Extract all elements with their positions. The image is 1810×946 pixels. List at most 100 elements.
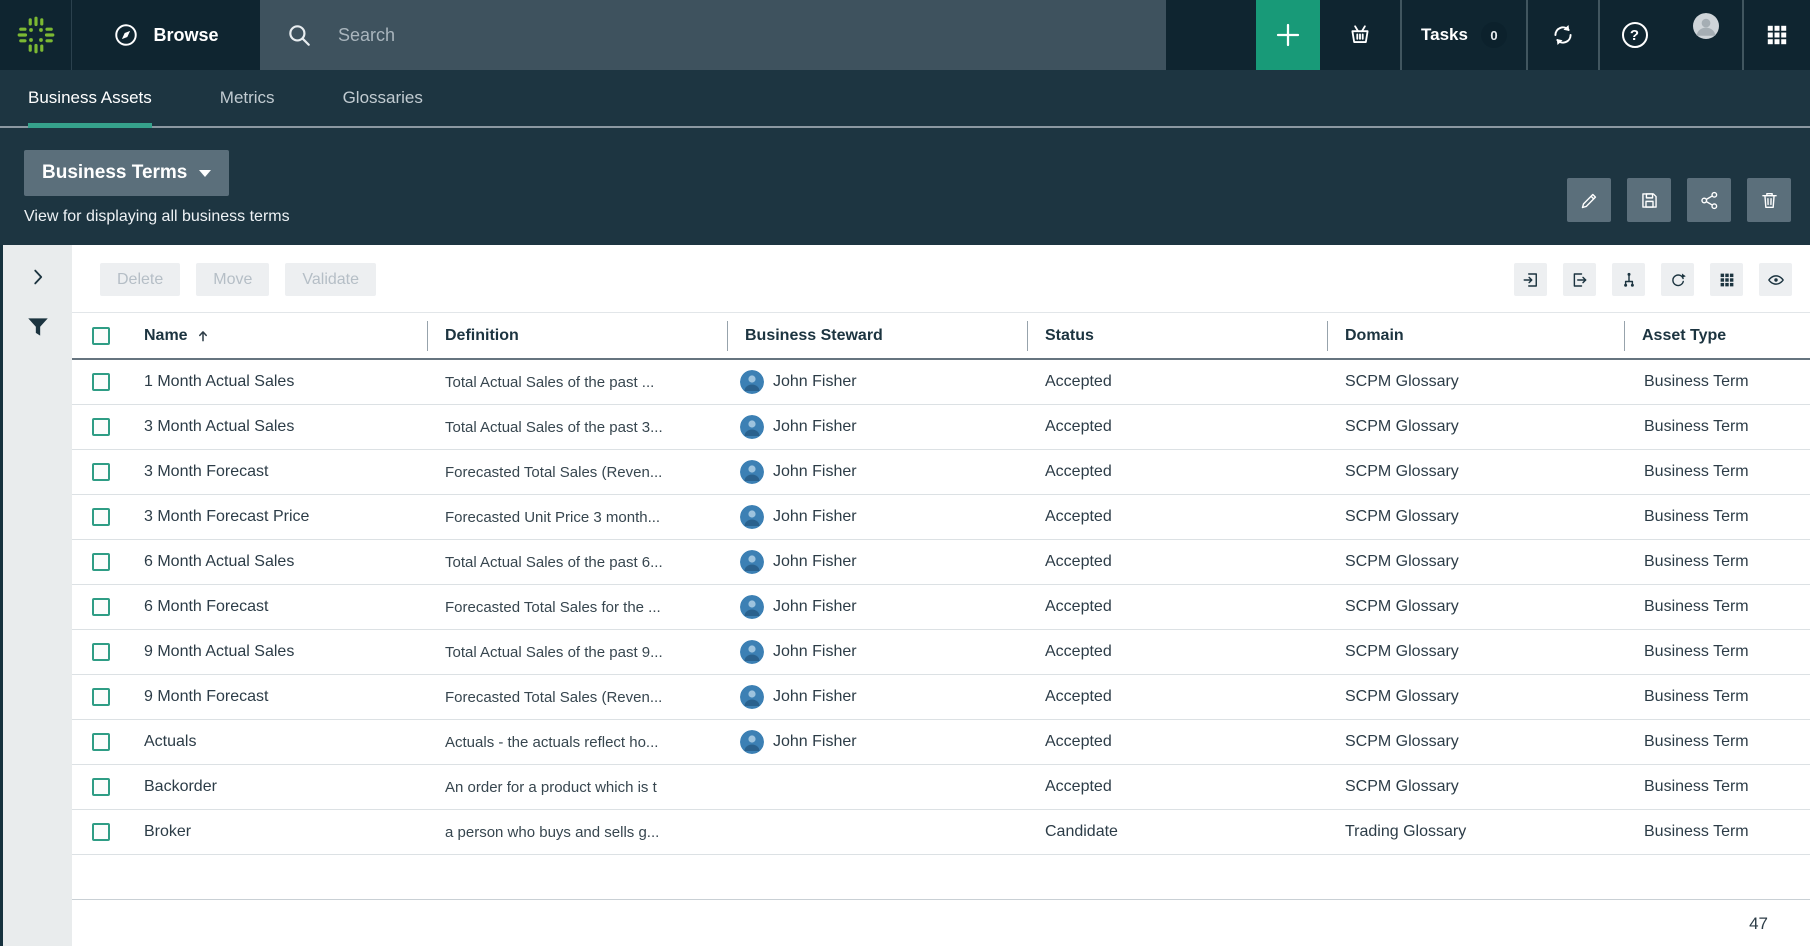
application-window: Browse Tasks: [0, 0, 1810, 946]
apps-grid-button[interactable]: [1744, 0, 1810, 70]
cell-domain: SCPM Glossary: [1327, 463, 1624, 481]
table-row[interactable]: Backorder An order for a product which i…: [72, 765, 1810, 810]
import-icon: [1522, 271, 1540, 289]
row-checkbox[interactable]: [92, 688, 110, 706]
cell-domain: SCPM Glossary: [1327, 778, 1624, 796]
cell-asset-type: Business Term: [1624, 643, 1810, 661]
cell-asset-type: Business Term: [1624, 373, 1810, 391]
app-logo[interactable]: [0, 0, 72, 70]
create-asset-button[interactable]: [1256, 0, 1320, 70]
row-checkbox[interactable]: [92, 643, 110, 661]
tab-business-assets[interactable]: Business Assets: [28, 70, 152, 126]
steward-avatar: [740, 460, 764, 484]
search-bar[interactable]: [260, 0, 1166, 70]
cell-domain: SCPM Glossary: [1327, 553, 1624, 571]
column-header-status[interactable]: Status: [1027, 313, 1327, 358]
filter-icon: [25, 314, 51, 340]
column-header-business-steward[interactable]: Business Steward: [727, 313, 1027, 358]
cell-business-steward: John Fisher: [727, 370, 1027, 394]
table-row[interactable]: 9 Month Forecast Forecasted Total Sales …: [72, 675, 1810, 720]
eye-icon: [1767, 271, 1785, 289]
tasks-button[interactable]: Tasks 0: [1402, 0, 1526, 70]
browse-button[interactable]: Browse: [72, 0, 260, 70]
select-all-checkbox[interactable]: [92, 327, 110, 345]
save-view-button[interactable]: [1627, 178, 1671, 222]
table-row[interactable]: 6 Month Forecast Forecasted Total Sales …: [72, 585, 1810, 630]
cell-domain: Trading Glossary: [1327, 823, 1624, 841]
help-icon: [1622, 22, 1648, 48]
edit-view-button[interactable]: [1567, 178, 1611, 222]
cell-name: 3 Month Forecast Price: [130, 508, 427, 526]
cell-status: Accepted: [1027, 598, 1327, 616]
row-checkbox[interactable]: [92, 598, 110, 616]
tab-metrics[interactable]: Metrics: [220, 70, 275, 126]
basket-button[interactable]: [1320, 0, 1400, 70]
cell-asset-type: Business Term: [1624, 508, 1810, 526]
cell-domain: SCPM Glossary: [1327, 733, 1624, 751]
user-avatar[interactable]: [1669, 0, 1742, 70]
column-header-definition[interactable]: Definition: [427, 313, 727, 358]
row-checkbox[interactable]: [92, 553, 110, 571]
cell-status: Accepted: [1027, 643, 1327, 661]
row-checkbox[interactable]: [92, 823, 110, 841]
table-row[interactable]: 3 Month Forecast Price Forecasted Unit P…: [72, 495, 1810, 540]
view-title-dropdown[interactable]: Business Terms: [24, 150, 229, 196]
tab-glossaries[interactable]: Glossaries: [343, 70, 423, 126]
table-row[interactable]: 9 Month Actual Sales Total Actual Sales …: [72, 630, 1810, 675]
row-checkbox[interactable]: [92, 373, 110, 391]
share-view-button[interactable]: [1687, 178, 1731, 222]
cell-definition: Forecasted Total Sales (Reven...: [427, 689, 727, 706]
row-checkbox[interactable]: [92, 418, 110, 436]
hierarchy-button[interactable]: [1612, 263, 1645, 296]
table-row[interactable]: Broker a person who buys and sells g... …: [72, 810, 1810, 855]
steward-avatar: [740, 505, 764, 529]
table-row[interactable]: 1 Month Actual Sales Total Actual Sales …: [72, 360, 1810, 405]
row-checkbox[interactable]: [92, 778, 110, 796]
cell-definition: Total Actual Sales of the past ...: [427, 374, 727, 391]
cell-domain: SCPM Glossary: [1327, 418, 1624, 436]
cell-name: 9 Month Actual Sales: [130, 643, 427, 661]
cell-business-steward: John Fisher: [727, 415, 1027, 439]
cell-business-steward: John Fisher: [727, 640, 1027, 664]
delete-view-button[interactable]: [1747, 178, 1791, 222]
sidebar-expand-button[interactable]: [20, 261, 56, 293]
cell-asset-type: Business Term: [1624, 418, 1810, 436]
cell-asset-type: Business Term: [1624, 823, 1810, 841]
columns-button[interactable]: [1710, 263, 1743, 296]
cell-definition: Actuals - the actuals reflect ho...: [427, 734, 727, 751]
filter-button[interactable]: [20, 311, 56, 343]
delete-button[interactable]: Delete: [100, 263, 180, 296]
column-header-asset-type[interactable]: Asset Type: [1624, 313, 1810, 358]
cell-status: Accepted: [1027, 778, 1327, 796]
cell-definition: Forecasted Total Sales (Reven...: [427, 464, 727, 481]
browse-label: Browse: [153, 25, 218, 46]
steward-name: John Fisher: [773, 598, 857, 616]
validate-button[interactable]: Validate: [285, 263, 376, 296]
help-button[interactable]: [1600, 0, 1669, 70]
preview-button[interactable]: [1759, 263, 1792, 296]
cell-asset-type: Business Term: [1624, 553, 1810, 571]
compass-icon: [113, 22, 139, 48]
column-header-domain[interactable]: Domain: [1327, 313, 1624, 358]
table-row[interactable]: 3 Month Forecast Forecasted Total Sales …: [72, 450, 1810, 495]
search-input[interactable]: [338, 25, 1166, 46]
cell-asset-type: Business Term: [1624, 688, 1810, 706]
business-terms-table: Name Definition Business Steward Status …: [72, 312, 1810, 946]
column-header-name[interactable]: Name: [130, 313, 427, 358]
refresh-button[interactable]: [1661, 263, 1694, 296]
refresh-icon: [1669, 271, 1687, 289]
table-row[interactable]: 3 Month Actual Sales Total Actual Sales …: [72, 405, 1810, 450]
import-button[interactable]: [1514, 263, 1547, 296]
move-button[interactable]: Move: [196, 263, 269, 296]
row-checkbox[interactable]: [92, 508, 110, 526]
table-row[interactable]: 6 Month Actual Sales Total Actual Sales …: [72, 540, 1810, 585]
row-checkbox[interactable]: [92, 733, 110, 751]
view-actions: [1567, 178, 1791, 222]
row-checkbox[interactable]: [92, 463, 110, 481]
export-button[interactable]: [1563, 263, 1596, 296]
sync-button[interactable]: [1528, 0, 1598, 70]
cell-asset-type: Business Term: [1624, 463, 1810, 481]
view-header: Business Terms View for displaying all b…: [0, 128, 1810, 245]
cell-name: 6 Month Forecast: [130, 598, 427, 616]
table-row[interactable]: Actuals Actuals - the actuals reflect ho…: [72, 720, 1810, 765]
